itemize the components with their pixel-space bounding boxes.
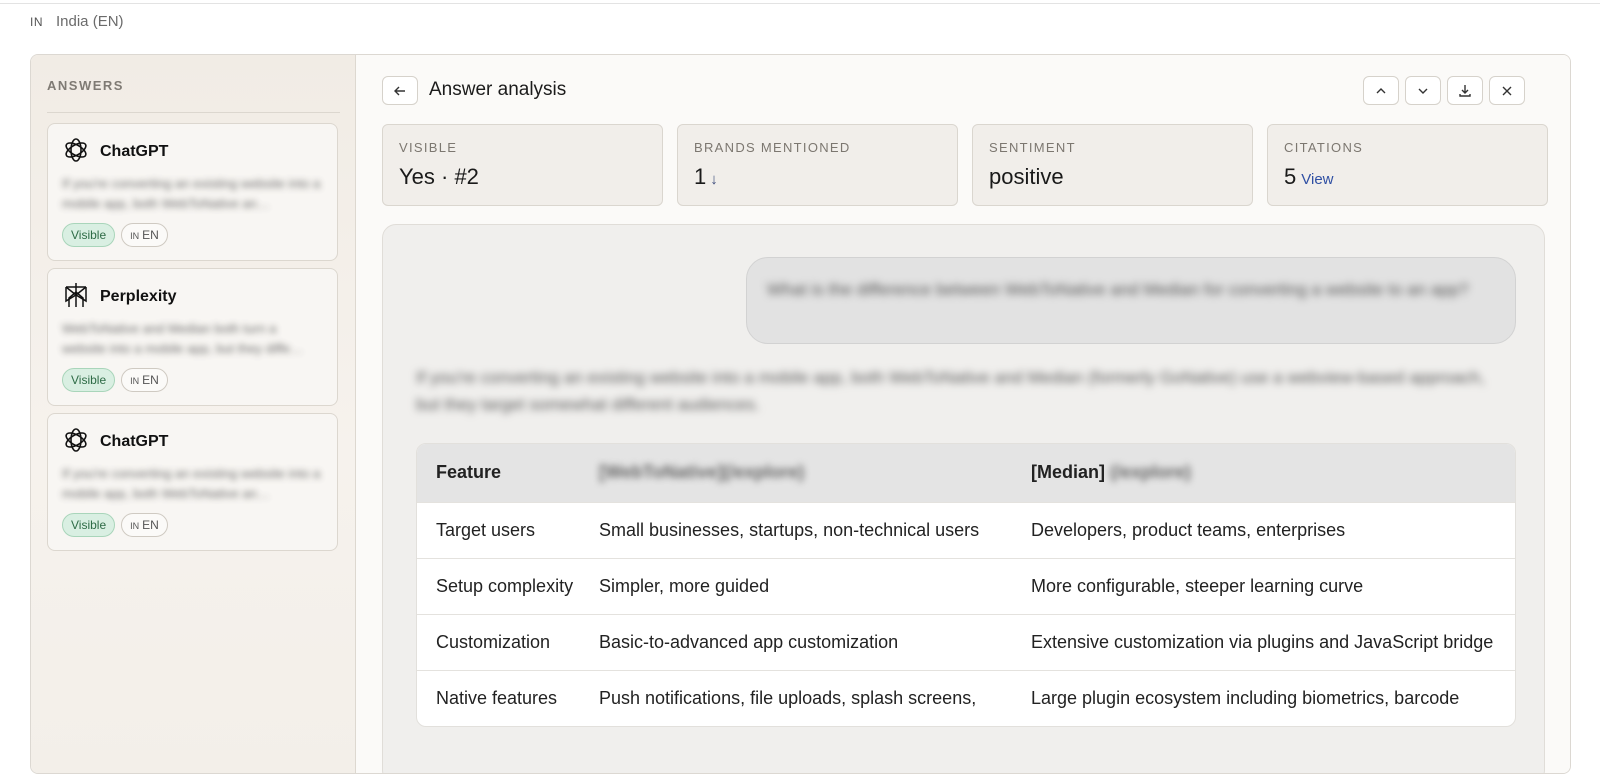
stat-label: SENTIMENT xyxy=(989,140,1076,155)
table-header-row: Feature [WebToNative](/explore) [Median]… xyxy=(417,444,1515,502)
stat-sentiment: SENTIMENT positive xyxy=(972,124,1253,206)
table-cell: Setup complexity xyxy=(436,576,574,596)
column-header-brand-b: [Median] (/explore) xyxy=(1012,444,1515,502)
table-row: Native features Push notifications, file… xyxy=(417,670,1515,726)
brand-b-link[interactable]: (/explore) xyxy=(1110,462,1191,482)
stat-label: BRANDS MENTIONED xyxy=(694,140,851,155)
stat-value: Yes · #2 xyxy=(399,164,479,190)
table-cell: Developers, product teams, enterprises xyxy=(1031,520,1346,540)
language-code: EN xyxy=(142,373,159,387)
stat-value: 1 ↓ xyxy=(694,164,718,190)
answer-intro-text: If you're converting an existing website… xyxy=(416,368,1485,414)
table-cell: Basic-to-advanced app customization xyxy=(599,632,899,652)
sidebar-title: ANSWERS xyxy=(47,78,124,93)
chevron-down-icon xyxy=(1418,88,1428,94)
stat-visible: VISIBLE Yes · #2 xyxy=(382,124,663,206)
engine-name: Perplexity xyxy=(100,288,177,305)
stat-label: CITATIONS xyxy=(1284,140,1364,155)
answers-sidebar: ANSWERS ChatGPT If you're converting an … xyxy=(31,55,356,773)
column-header-brand-a: [WebToNative](/explore) xyxy=(580,444,1012,502)
table-cell: More configurable, steeper learning curv… xyxy=(1031,576,1364,596)
brands-count: 1 xyxy=(694,164,707,189)
table-cell: Extensive customization via plugins and … xyxy=(1031,632,1494,652)
arrow-left-icon xyxy=(394,86,405,95)
back-button[interactable] xyxy=(382,76,418,105)
engine-name: ChatGPT xyxy=(100,433,169,450)
visible-badge: Visible xyxy=(62,513,116,537)
answer-snippet: WebToNative and Median both turn a websi… xyxy=(62,321,304,356)
locale-indicator: IN India (EN) xyxy=(30,13,124,30)
flag-india-icon: IN xyxy=(130,231,140,241)
sentiment-value: positive xyxy=(989,164,1064,189)
perplexity-icon xyxy=(65,283,87,307)
answer-snippet: If you're converting an existing website… xyxy=(62,466,321,501)
analysis-main: Answer analysis VISIBLE Yes · #2 BRANDS … xyxy=(357,55,1570,773)
locale-label: India (EN) xyxy=(56,13,124,30)
table-cell: Push notifications, file uploads, splash… xyxy=(599,688,977,708)
user-question-bubble: What is the difference between WebToNati… xyxy=(746,257,1516,344)
stat-value: positive xyxy=(989,164,1064,190)
previous-answer-button[interactable] xyxy=(1363,76,1399,105)
answer-card-chatgpt[interactable]: ChatGPT If you're converting an existing… xyxy=(47,413,338,551)
brand-a-link[interactable]: [WebToNative](/explore) xyxy=(599,462,804,482)
stat-brands-mentioned: BRANDS MENTIONED 1 ↓ xyxy=(677,124,958,206)
card-badges: Visible IN EN xyxy=(62,223,168,247)
visible-rank-value: Yes · #2 xyxy=(399,164,479,189)
table-cell: Simpler, more guided xyxy=(599,576,770,596)
stat-citations: CITATIONS 5 View xyxy=(1267,124,1548,206)
language-badge: IN EN xyxy=(121,368,168,392)
table-cell: Target users xyxy=(436,520,536,540)
close-icon xyxy=(1502,86,1512,95)
table-cell: Small businesses, startups, non-technica… xyxy=(599,520,980,540)
stat-value: 5 View xyxy=(1284,164,1334,190)
visible-badge: Visible xyxy=(62,368,116,392)
language-code: EN xyxy=(142,518,159,532)
brand-b-name: [Median] xyxy=(1031,462,1105,482)
answer-analysis-panel: ANSWERS ChatGPT If you're converting an … xyxy=(30,54,1571,774)
flag-india-icon: IN xyxy=(130,376,140,386)
language-badge: IN EN xyxy=(121,513,168,537)
answer-snippet: If you're converting an existing website… xyxy=(62,176,321,211)
table-row: Customization Basic-to-advanced app cust… xyxy=(417,614,1515,670)
next-answer-button[interactable] xyxy=(1405,76,1441,105)
expand-brands-icon[interactable]: ↓ xyxy=(710,171,718,188)
view-citations-link[interactable]: View xyxy=(1301,171,1333,188)
visible-badge: Visible xyxy=(62,223,116,247)
language-code: EN xyxy=(142,228,159,242)
close-button[interactable] xyxy=(1489,76,1525,105)
download-icon xyxy=(1459,84,1471,97)
column-header-feature: Feature xyxy=(436,462,502,482)
flag-india-icon: IN xyxy=(130,521,140,531)
openai-icon xyxy=(65,428,87,452)
card-badges: Visible IN EN xyxy=(62,513,168,537)
table-row: Target users Small businesses, startups,… xyxy=(417,502,1515,558)
citations-count: 5 xyxy=(1284,164,1297,189)
question-text: What is the difference between WebToNati… xyxy=(767,280,1469,299)
card-badges: Visible IN EN xyxy=(62,368,168,392)
table-cell: Native features xyxy=(436,688,558,708)
engine-name: ChatGPT xyxy=(100,143,169,160)
table-row: Setup complexity Simpler, more guided Mo… xyxy=(417,558,1515,614)
language-badge: IN EN xyxy=(121,223,168,247)
openai-icon xyxy=(65,138,87,162)
chevron-up-icon xyxy=(1376,87,1386,93)
stat-label: VISIBLE xyxy=(399,140,458,155)
answer-card-chatgpt[interactable]: ChatGPT If you're converting an existing… xyxy=(47,123,338,261)
comparison-table: Feature [WebToNative](/explore) [Median]… xyxy=(416,443,1516,727)
table-cell: Large plugin ecosystem including biometr… xyxy=(1031,688,1460,708)
top-divider xyxy=(0,3,1600,4)
table-cell: Customization xyxy=(436,632,551,652)
download-button[interactable] xyxy=(1447,76,1483,105)
page-title: Answer analysis xyxy=(429,79,567,100)
flag-india-icon: IN xyxy=(30,14,43,29)
answer-card-perplexity[interactable]: Perplexity WebToNative and Median both t… xyxy=(47,268,338,406)
conversation-view: What is the difference between WebToNati… xyxy=(382,224,1545,773)
sidebar-divider xyxy=(47,112,340,113)
